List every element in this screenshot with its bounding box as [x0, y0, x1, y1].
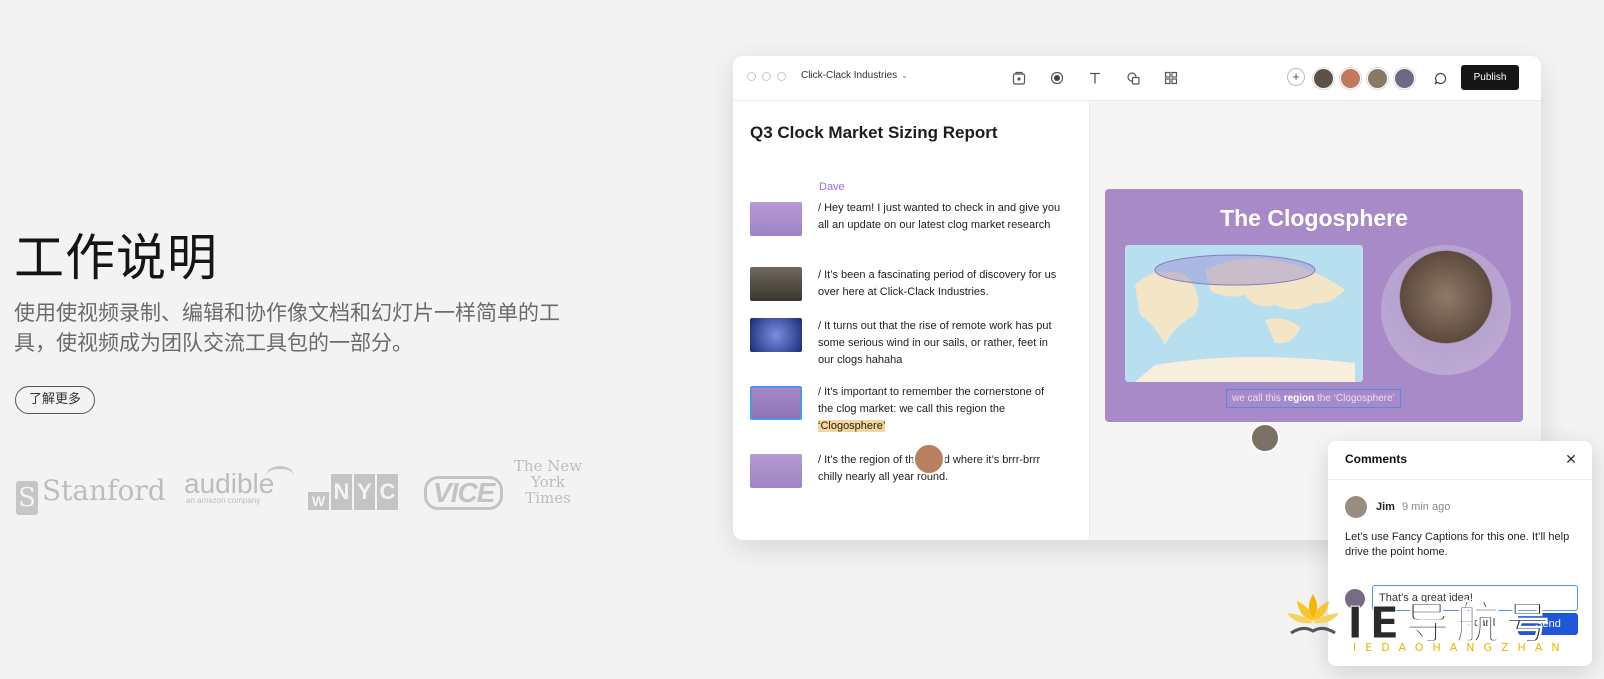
vice-logo: VICE	[424, 476, 504, 510]
world-map	[1125, 245, 1363, 382]
slide-caption[interactable]: we call this region the ‘Clogosphere’	[1226, 389, 1401, 408]
slide-preview[interactable]: The Clogosphere we call this region the …	[1105, 189, 1523, 422]
transcript-doc: Q3 Clock Market Sizing Report Dave / Hey…	[733, 101, 1090, 540]
scene-thumbnail[interactable]	[750, 202, 802, 236]
hero-title: 工作说明	[14, 229, 218, 287]
text-icon[interactable]	[1085, 68, 1105, 88]
learn-more-button[interactable]: 了解更多	[15, 386, 96, 414]
avatar	[1345, 496, 1367, 518]
presenter-video[interactable]	[1381, 245, 1511, 375]
scene-thumbnail[interactable]	[750, 454, 802, 488]
record-box-icon[interactable]	[1009, 68, 1029, 88]
scene-thumbnail[interactable]	[750, 318, 802, 352]
highlighted-term[interactable]: ‘Clogosphere’	[818, 420, 886, 432]
add-collaborator-button[interactable]: +	[1287, 68, 1305, 86]
watermark: IE导航号 IEDAOHANGZHAN	[1275, 585, 1595, 657]
comment-timestamp: 9 min ago	[1402, 501, 1451, 513]
transcript-text[interactable]: / It’s been a fascinating period of disc…	[818, 267, 1062, 301]
comment-icon[interactable]	[1430, 68, 1450, 88]
comment-author: Jim	[1376, 501, 1395, 513]
slide-title: The Clogosphere	[1220, 205, 1408, 231]
hero-subtitle: 使用使视频录制、编辑和协作像文档和幻灯片一样简单的工具，使视频成为团队交流工具包…	[14, 301, 560, 355]
avatar[interactable]	[1340, 68, 1361, 89]
avatar[interactable]	[1313, 68, 1334, 89]
transcript-text[interactable]: / It turns out that the rise of remote w…	[818, 318, 1062, 369]
close-icon[interactable]: ✕	[1562, 450, 1580, 468]
toolbar	[1009, 68, 1181, 88]
customer-logos: S Stanford audible an amazon company WNYC…	[16, 458, 596, 526]
comments-title: Comments	[1345, 452, 1408, 466]
wnyc-logo: WNYC	[308, 474, 398, 510]
shapes-icon[interactable]	[1123, 68, 1143, 88]
lotus-logo-icon	[1287, 594, 1339, 635]
collaborator-avatars	[1313, 68, 1415, 89]
scene-thumbnail[interactable]	[750, 267, 802, 301]
workspace-selector[interactable]: Click-Clack Industries ⌄	[801, 70, 908, 81]
watermark-subtext: IEDAOHANGZHAN	[1353, 641, 1569, 654]
nyt-logo: The New York Times	[513, 457, 583, 507]
collaborator-cursor-avatar	[913, 443, 945, 475]
speaker-label: Dave	[819, 181, 845, 193]
audible-logo: audible an amazon company	[184, 466, 294, 505]
transcript-text[interactable]: / It’s important to remember the corners…	[818, 384, 1062, 435]
scene-thumbnail[interactable]	[750, 386, 802, 420]
transcript-text[interactable]: / Hey team! I just wanted to check in an…	[818, 200, 1062, 234]
titlebar: Click-Clack Industries ⌄ + Publish	[733, 56, 1541, 101]
doc-title[interactable]: Q3 Clock Market Sizing Report	[750, 123, 998, 143]
avatar[interactable]	[1367, 68, 1388, 89]
stanford-logo: S Stanford	[16, 474, 166, 515]
record-icon[interactable]	[1047, 68, 1067, 88]
publish-button[interactable]: Publish	[1461, 65, 1519, 90]
avatar[interactable]	[1394, 68, 1415, 89]
grid-icon[interactable]	[1161, 68, 1181, 88]
comment-body: Let’s use Fancy Captions for this one. I…	[1345, 531, 1570, 558]
window-controls[interactable]	[747, 72, 786, 81]
chevron-down-icon: ⌄	[901, 71, 908, 80]
comments-header: Comments ✕	[1328, 441, 1592, 480]
collaborator-cursor-avatar	[1250, 423, 1280, 453]
